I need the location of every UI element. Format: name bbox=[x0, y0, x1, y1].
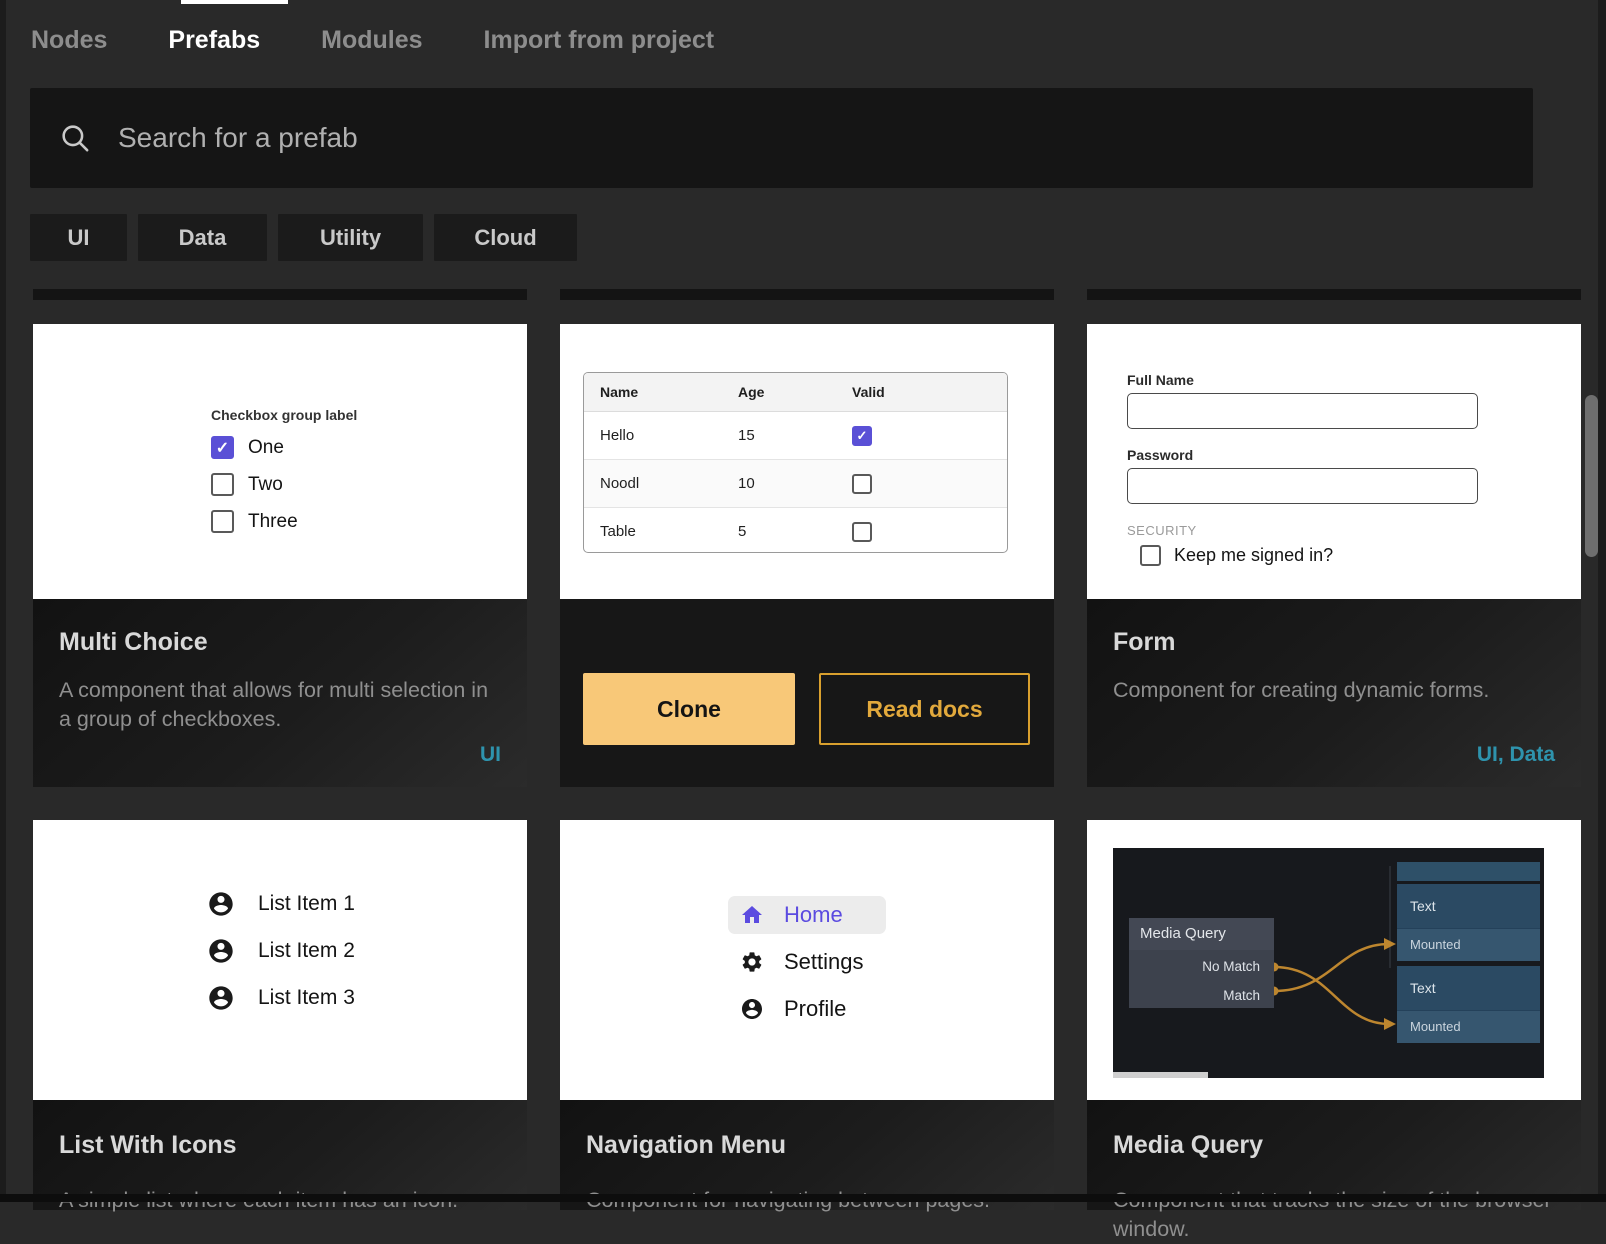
security-section-label: SECURITY bbox=[1127, 523, 1478, 538]
window-bottom-edge bbox=[0, 1194, 1606, 1202]
person-icon bbox=[207, 984, 235, 1012]
list-item: List Item 1 bbox=[207, 890, 355, 918]
filter-utility-button[interactable]: Utility bbox=[278, 214, 423, 261]
checkbox-unchecked-icon bbox=[211, 510, 234, 533]
card-footer: Multi Choice A component that allows for… bbox=[33, 599, 527, 787]
search-input[interactable] bbox=[92, 87, 1533, 189]
gear-icon bbox=[740, 950, 764, 974]
card-title: List With Icons bbox=[59, 1128, 501, 1162]
tab-modules[interactable]: Modules bbox=[321, 26, 422, 55]
filter-ui-button[interactable]: UI bbox=[30, 214, 127, 261]
person-icon bbox=[207, 890, 235, 918]
password-field bbox=[1127, 468, 1478, 504]
active-tab-indicator bbox=[181, 0, 288, 4]
prefab-search-bar[interactable] bbox=[30, 88, 1533, 188]
multi-choice-preview: Checkbox group label ✓ One Two Three bbox=[33, 324, 527, 599]
checkbox-unchecked-icon bbox=[211, 473, 234, 496]
filter-cloud-button[interactable]: Cloud bbox=[434, 214, 577, 261]
media-query-node: Media Query No Match Match bbox=[1129, 918, 1274, 1008]
table-row: Noodl 10 bbox=[584, 460, 1007, 508]
output-match: Match bbox=[1129, 984, 1274, 1008]
checkbox-option: Two bbox=[211, 472, 357, 497]
output-no-match: No Match bbox=[1129, 955, 1274, 979]
list-item: List Item 2 bbox=[207, 937, 355, 965]
card-title: Navigation Menu bbox=[586, 1128, 1028, 1162]
card-title: Form bbox=[1113, 625, 1555, 659]
card-description: A component that allows for multi select… bbox=[59, 676, 501, 734]
home-icon bbox=[740, 903, 764, 927]
card-tags: UI bbox=[480, 743, 501, 767]
prefab-card-form[interactable]: Full Name Password SECURITY Keep me sign… bbox=[1087, 324, 1581, 787]
card-title: Multi Choice bbox=[59, 625, 501, 659]
prefab-card-list-with-icons[interactable]: List Item 1 List Item 2 List Item 3 List… bbox=[33, 820, 527, 1210]
checkbox-unchecked-icon bbox=[1140, 545, 1161, 566]
card-title: Media Query bbox=[1113, 1128, 1555, 1162]
table-row: Hello 15 ✓ bbox=[584, 412, 1007, 460]
table-row: Table 5 bbox=[584, 508, 1007, 553]
window-right-edge bbox=[1598, 0, 1606, 1202]
vertical-scrollbar-thumb[interactable] bbox=[1585, 395, 1598, 557]
navigation-menu-preview: Home Settings Profile bbox=[560, 820, 1054, 1100]
prefab-card-table[interactable]: Name Age Valid Hello 15 ✓ Noodl 10 Table… bbox=[560, 324, 1054, 787]
table-preview: Name Age Valid Hello 15 ✓ Noodl 10 Table… bbox=[560, 324, 1054, 599]
filter-button-row: UI Data Utility Cloud bbox=[30, 214, 577, 261]
tab-import-from-project[interactable]: Import from project bbox=[484, 26, 715, 55]
checkbox-group-label: Checkbox group label bbox=[211, 407, 357, 423]
search-icon bbox=[58, 121, 92, 155]
top-tab-bar: Nodes Prefabs Modules Import from projec… bbox=[31, 26, 714, 55]
full-name-label: Full Name bbox=[1127, 372, 1478, 388]
password-label: Password bbox=[1127, 447, 1478, 463]
node-graph-screenshot: Media Query No Match Match Text Mounted … bbox=[1113, 848, 1544, 1078]
window-left-edge bbox=[0, 0, 6, 1202]
table-header-row: Name Age Valid bbox=[584, 373, 1007, 412]
preview-table: Name Age Valid Hello 15 ✓ Noodl 10 Table… bbox=[583, 372, 1008, 553]
list-with-icons-preview: List Item 1 List Item 2 List Item 3 bbox=[33, 820, 527, 1100]
read-docs-button[interactable]: Read docs bbox=[819, 673, 1030, 745]
media-query-preview: Media Query No Match Match Text Mounted … bbox=[1087, 820, 1581, 1100]
tab-nodes[interactable]: Nodes bbox=[31, 26, 107, 55]
previous-row-card-bottom bbox=[33, 289, 527, 300]
person-icon bbox=[740, 997, 764, 1021]
prefab-card-navigation-menu[interactable]: Home Settings Profile Navigation Menu Co… bbox=[560, 820, 1054, 1210]
partial-node bbox=[1397, 862, 1540, 881]
prefab-card-media-query[interactable]: Media Query No Match Match Text Mounted … bbox=[1087, 820, 1581, 1210]
nav-item-profile: Profile bbox=[728, 990, 886, 1028]
nav-item-settings: Settings bbox=[728, 943, 886, 981]
previous-row-card-bottom bbox=[1087, 289, 1581, 300]
mounted-port: Mounted bbox=[1397, 928, 1540, 961]
form-preview: Full Name Password SECURITY Keep me sign… bbox=[1087, 324, 1581, 599]
full-name-field bbox=[1127, 393, 1478, 429]
checkbox-checked-icon: ✓ bbox=[211, 436, 234, 459]
tab-prefabs[interactable]: Prefabs bbox=[168, 26, 260, 55]
nav-item-home: Home bbox=[728, 896, 886, 934]
previous-row-card-bottom bbox=[560, 289, 1054, 300]
text-node: Text Mounted bbox=[1397, 884, 1540, 961]
list-item: List Item 3 bbox=[207, 984, 355, 1012]
checkbox-checked-icon: ✓ bbox=[852, 426, 872, 446]
card-tags: UI, Data bbox=[1477, 743, 1555, 767]
checkbox-unchecked-icon bbox=[852, 474, 872, 494]
card-hover-actions: Clone Read docs bbox=[560, 599, 1054, 787]
checkbox-unchecked-icon bbox=[852, 522, 872, 542]
card-description: Component for creating dynamic forms. bbox=[1113, 676, 1555, 705]
person-icon bbox=[207, 937, 235, 965]
prefab-card-multi-choice[interactable]: Checkbox group label ✓ One Two Three Mul… bbox=[33, 324, 527, 787]
text-node: Text Mounted bbox=[1397, 966, 1540, 1043]
mounted-port: Mounted bbox=[1397, 1010, 1540, 1043]
card-footer: Form Component for creating dynamic form… bbox=[1087, 599, 1581, 787]
embedded-scrollbar-fragment bbox=[1113, 1072, 1208, 1078]
filter-data-button[interactable]: Data bbox=[138, 214, 267, 261]
checkbox-option: ✓ One bbox=[211, 435, 357, 460]
keep-signed-in-row: Keep me signed in? bbox=[1127, 545, 1478, 566]
clone-button[interactable]: Clone bbox=[583, 673, 795, 745]
checkbox-option: Three bbox=[211, 509, 357, 534]
